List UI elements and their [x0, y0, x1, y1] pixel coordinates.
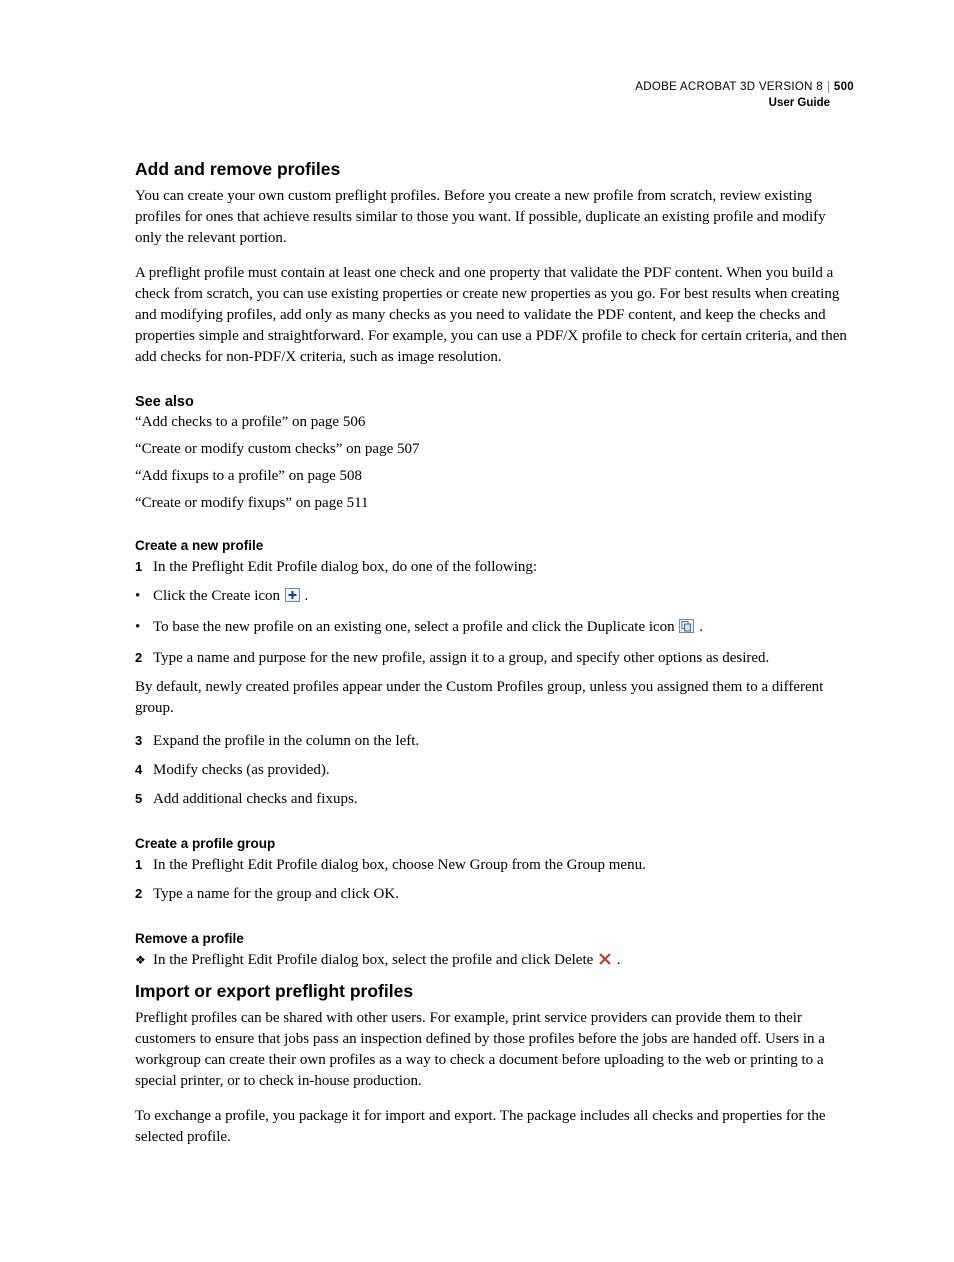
bullet-text: To base the new profile on an existing o… [153, 617, 703, 640]
step-text: In the Preflight Edit Profile dialog box… [153, 557, 537, 578]
step-number: 5 [135, 789, 153, 809]
step-number: 2 [135, 884, 153, 904]
step-text-part: In the Preflight Edit Profile dialog box… [153, 952, 597, 968]
diamond-marker: ❖ [135, 950, 153, 970]
bullet-text-part: . [699, 619, 703, 635]
header-subtitle: User Guide [135, 96, 854, 112]
step-row: ❖ In the Preflight Edit Profile dialog b… [135, 950, 854, 973]
step-row: 1 In the Preflight Edit Profile dialog b… [135, 855, 854, 876]
bullet-marker: • [135, 586, 153, 607]
heading-create-new-profile: Create a new profile [135, 538, 854, 553]
bullet-row: • To base the new profile on an existing… [135, 617, 854, 640]
bullet-marker: • [135, 617, 153, 638]
header-page-number: 500 [828, 81, 854, 93]
step-number: 3 [135, 731, 153, 751]
step-number: 2 [135, 648, 153, 668]
step-text: Modify checks (as provided). [153, 760, 330, 781]
page-header: ADOBE ACROBAT 3D VERSION 8 500 User Guide [135, 80, 854, 111]
duplicate-icon [679, 619, 694, 640]
step-row: 3 Expand the profile in the column on th… [135, 731, 854, 752]
step-row: 4 Modify checks (as provided). [135, 760, 854, 781]
heading-remove-profile: Remove a profile [135, 931, 854, 946]
step-text: Add additional checks and fixups. [153, 789, 358, 810]
body-paragraph: Preflight profiles can be shared with ot… [135, 1008, 854, 1092]
step-text: In the Preflight Edit Profile dialog box… [153, 950, 621, 973]
step-row: 2 Type a name and purpose for the new pr… [135, 648, 854, 669]
body-paragraph: You can create your own custom preflight… [135, 186, 854, 249]
step-number: 1 [135, 855, 153, 875]
heading-see-also: See also [135, 394, 854, 410]
note-paragraph: By default, newly created profiles appea… [135, 677, 854, 719]
step-number: 1 [135, 557, 153, 577]
delete-icon [598, 952, 612, 973]
bullet-text-part: . [305, 588, 309, 604]
body-paragraph: To exchange a profile, you package it fo… [135, 1106, 854, 1148]
bullet-text: Click the Create icon . [153, 586, 308, 609]
step-text: Type a name and purpose for the new prof… [153, 648, 769, 669]
step-number: 4 [135, 760, 153, 780]
step-text: In the Preflight Edit Profile dialog box… [153, 855, 646, 876]
create-icon [285, 588, 300, 609]
step-text: Expand the profile in the column on the … [153, 731, 419, 752]
step-text-part: . [617, 952, 621, 968]
bullet-row: • Click the Create icon . [135, 586, 854, 609]
step-row: 1 In the Preflight Edit Profile dialog b… [135, 557, 854, 578]
body-paragraph: A preflight profile must contain at leas… [135, 263, 854, 368]
step-text: Type a name for the group and click OK. [153, 884, 399, 905]
see-also-link[interactable]: “Add fixups to a profile” on page 508 [135, 468, 854, 485]
heading-create-profile-group: Create a profile group [135, 836, 854, 851]
page: ADOBE ACROBAT 3D VERSION 8 500 User Guide… [0, 0, 954, 1262]
header-product: ADOBE ACROBAT 3D VERSION 8 [635, 81, 823, 93]
bullet-text-part: Click the Create icon [153, 588, 284, 604]
see-also-link[interactable]: “Create or modify custom checks” on page… [135, 441, 854, 458]
see-also-link[interactable]: “Create or modify fixups” on page 511 [135, 495, 854, 512]
see-also-link[interactable]: “Add checks to a profile” on page 506 [135, 414, 854, 431]
heading-import-export: Import or export preflight profiles [135, 981, 854, 1002]
bullet-text-part: To base the new profile on an existing o… [153, 619, 678, 635]
step-row: 2 Type a name for the group and click OK… [135, 884, 854, 905]
heading-add-remove-profiles: Add and remove profiles [135, 159, 854, 180]
step-row: 5 Add additional checks and fixups. [135, 789, 854, 810]
header-product-line: ADOBE ACROBAT 3D VERSION 8 500 [135, 80, 854, 96]
